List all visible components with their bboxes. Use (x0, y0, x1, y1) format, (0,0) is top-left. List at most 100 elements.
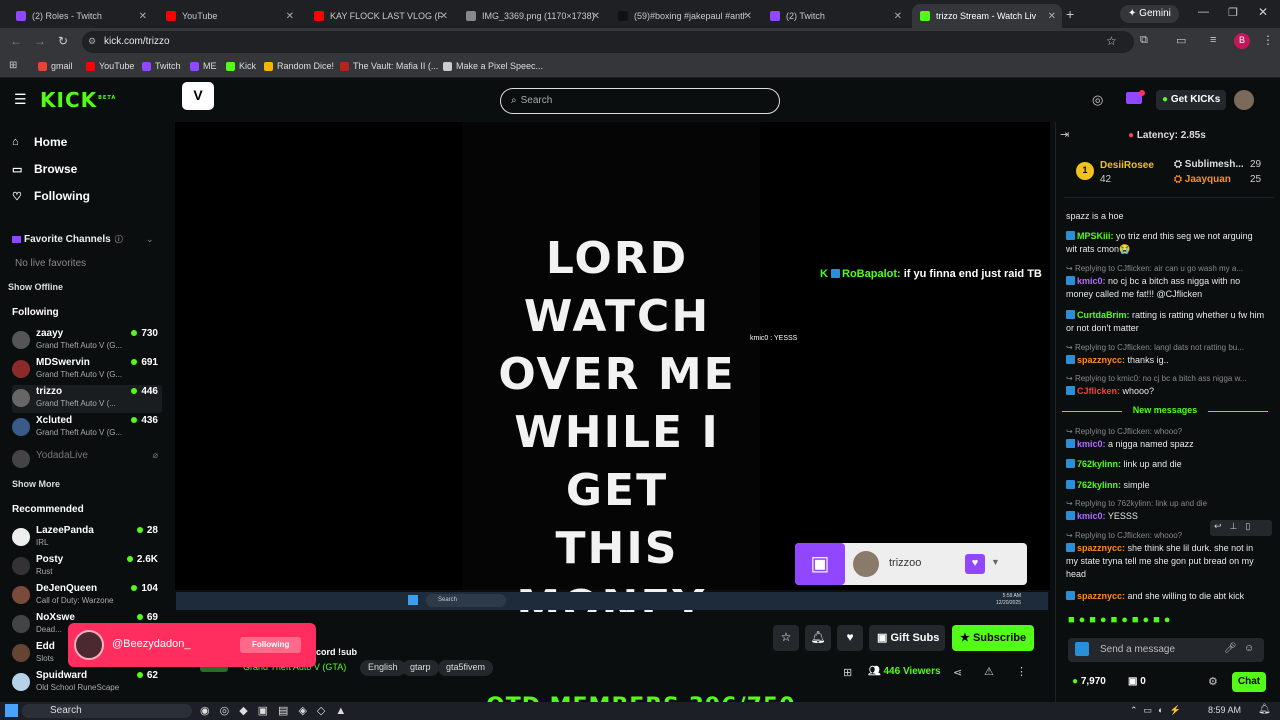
reply-icon[interactable]: ↩ (1214, 521, 1230, 531)
chat-message[interactable]: CurtdaBrim: ratting is ratting whether u… (1066, 309, 1266, 335)
reply-context[interactable]: ↪ Replying to CJflicken: whooo? (1066, 427, 1266, 436)
kicks-balance[interactable]: ● 7,970 (1072, 676, 1106, 687)
info-icon[interactable]: ⓘ (115, 234, 123, 245)
chat-message[interactable]: spazznycc: thanks ig.. (1066, 354, 1266, 367)
url-field[interactable]: kick.com/trizzo (82, 31, 1134, 53)
chat-message[interactable]: kmic0: a nigga named spazz (1066, 438, 1266, 451)
profile-avatar[interactable]: B (1234, 33, 1250, 49)
channel-item[interactable]: DeJenQueen Call of Duty: Warzone 104 (12, 582, 162, 610)
taskbar-apps[interactable]: ◉◎◆▣▤◈◇▲ (200, 704, 356, 717)
nav-home[interactable]: ⌂ Home (12, 135, 67, 149)
extension-logo-icon[interactable]: V (182, 82, 214, 110)
share-icon[interactable]: ⋖ (953, 666, 962, 679)
channel-item[interactable]: zaayy Grand Theft Auto V (G... 730 (12, 327, 162, 355)
emote-bar[interactable]: ■●■●■●■●■● (1068, 614, 1268, 630)
channel-item[interactable]: MDSwervin Grand Theft Auto V (G... 691 (12, 356, 162, 384)
collapse-chat-icon[interactable]: ⇥ (1060, 128, 1069, 141)
bookmark-item[interactable]: Random Dice! (264, 61, 334, 71)
bookmark-item[interactable]: Make a Pixel Speec... (443, 61, 543, 71)
apps-grid-icon[interactable]: ⊞ (9, 60, 17, 71)
chat-message[interactable]: spazznycc: and she willing to die abt ki… (1066, 590, 1266, 603)
new-tab-icon[interactable]: + (1066, 6, 1074, 22)
collapse-favorites-icon[interactable]: ⌄ (146, 234, 154, 245)
chat-username[interactable]: kmic0: (1077, 276, 1106, 286)
get-kicks-button[interactable]: ● Get KICKs (1156, 90, 1227, 110)
chat-message[interactable]: kmic0: no cj bc a bitch ass nigga with n… (1066, 275, 1266, 301)
extensions-icon[interactable]: ⧉ (1140, 34, 1148, 47)
tag-gtarp[interactable]: gtarp (402, 660, 439, 676)
chat-send-button[interactable]: Chat (1232, 672, 1266, 692)
chat-settings-icon[interactable]: ⚙ (1208, 675, 1218, 688)
emoji-icon[interactable]: ☺ (1244, 643, 1254, 654)
bookmark-item[interactable]: Kick (226, 61, 256, 71)
chat-identity-icon[interactable] (1075, 642, 1089, 656)
chat-message[interactable]: MPSKiii: yo triz end this seg we not arg… (1066, 230, 1266, 256)
chat-username[interactable]: CJflicken: (1077, 386, 1120, 396)
channel-item[interactable]: trizzo Grand Theft Auto V (... 446 (12, 385, 162, 413)
nav-browse[interactable]: ▭ Browse (12, 162, 77, 176)
browser-tab[interactable]: IMG_3369.png (1170×1738) ✕ (458, 4, 606, 28)
close-window-icon[interactable]: ✕ (1258, 5, 1268, 19)
chat-username[interactable]: spazznycc: (1077, 355, 1125, 365)
channel-item[interactable]: Spuidward Old School RuneScape 62 (12, 669, 162, 697)
bookmark-star-icon[interactable]: ☆ (1106, 34, 1117, 48)
chat-username[interactable]: CurtdaBrim: (1077, 310, 1130, 320)
windows-start-icon[interactable] (5, 704, 18, 717)
channel-item[interactable]: LazeePanda IRL 28 (12, 524, 162, 552)
chat-username[interactable]: MPSKiii: (1077, 231, 1114, 241)
chat-username[interactable]: kmic0: (1077, 439, 1106, 449)
subscribe-button[interactable]: ★ Subscribe (952, 625, 1034, 651)
media-icon[interactable]: ≡ (1210, 34, 1216, 46)
tab-close-icon[interactable]: ✕ (286, 11, 294, 22)
browser-tab[interactable]: (2) Twitch ✕ (762, 4, 908, 28)
reply-context[interactable]: ↪ Replying to CJflicken: air can u go wa… (1066, 264, 1266, 273)
mic-icon[interactable]: 🎤︎ (1224, 643, 1237, 654)
browser-tab[interactable]: YouTube ✕ (158, 4, 300, 28)
offline-channel[interactable]: YodadaLive ⌀ (12, 446, 162, 474)
kick-logo[interactable]: KICKBETA (40, 88, 116, 112)
tab-close-icon[interactable]: ✕ (744, 11, 752, 22)
channel-item[interactable]: Xcluted Grand Theft Auto V (G... 436 (12, 414, 162, 442)
notification-bell-icon[interactable]: 🔔︎ (1258, 704, 1271, 715)
back-icon[interactable]: ← (10, 34, 22, 48)
browser-tab[interactable]: (2) Roles - Twitch ✕ (8, 4, 153, 28)
reply-context[interactable]: ↪ Replying to CJflicken: langl dats not … (1066, 343, 1266, 352)
pin-icon[interactable]: ⊥ (1230, 521, 1246, 531)
more-icon[interactable]: ⋮ (1016, 665, 1027, 678)
os-search-input[interactable]: Search (22, 704, 192, 718)
show-more-link[interactable]: Show More (12, 479, 60, 489)
system-tray[interactable]: ⌃▭◐⚡ (1130, 705, 1187, 716)
nav-following[interactable]: ♡ Following (12, 189, 90, 203)
gift-subs-button[interactable]: ▣ Gift Subs (869, 625, 945, 651)
channel-points[interactable]: ▣ 0 (1128, 676, 1146, 687)
channel-item[interactable]: Posty Rust 2.6K (12, 553, 162, 581)
chat-message[interactable]: spazznycc: she think she lil durk. she n… (1066, 542, 1266, 581)
bookmark-item[interactable]: ME (190, 61, 217, 71)
tab-close-icon[interactable]: ✕ (592, 11, 600, 22)
chat-username[interactable]: spazznycc: (1077, 591, 1125, 601)
menu-icon[interactable]: ⋮ (1262, 33, 1274, 47)
tag-english[interactable]: English (360, 660, 406, 676)
chat-message[interactable]: 762kylinn: link up and die (1066, 458, 1266, 471)
chat-message[interactable]: 762kylinn: simple (1066, 479, 1266, 492)
restore-icon[interactable]: ❐ (1228, 6, 1238, 19)
chat-username[interactable]: spazznycc: (1077, 543, 1125, 553)
bell-icon[interactable]: 🔔︎ (805, 625, 831, 651)
tab-close-icon[interactable]: ✕ (1048, 11, 1056, 22)
chat-message[interactable]: spazz is a hoe (1066, 210, 1266, 223)
browser-tab[interactable]: trizzo Stream - Watch Liv ✕ (912, 4, 1062, 28)
reply-context[interactable]: ↪ Replying to 762kylinn: link up and die (1066, 499, 1266, 508)
site-info-icon[interactable]: ⚙ (88, 36, 96, 47)
browser-tab[interactable]: KAY FLOCK LAST VLOG (Ft. D✕ (306, 4, 454, 28)
bookmark-item[interactable]: The Vault: Mafia II (... (340, 61, 438, 71)
reply-context[interactable]: ↪ Replying to kmic0: no cj bc a bitch as… (1066, 374, 1266, 383)
sidepanel-icon[interactable]: ▭ (1176, 34, 1186, 47)
browser-tab[interactable]: (59)#boxing #jakepaul #anth ✕ (610, 4, 758, 28)
clip-icon[interactable]: ◎ (1092, 92, 1103, 108)
favorite-star-button[interactable]: ☆ (773, 625, 799, 651)
reload-icon[interactable]: ↻ (58, 34, 68, 48)
follow-heart-button[interactable]: ♥ (837, 625, 863, 651)
forward-icon[interactable]: → (34, 34, 46, 48)
tab-close-icon[interactable]: ✕ (139, 11, 147, 22)
chat-username[interactable]: kmic0: (1077, 511, 1106, 521)
